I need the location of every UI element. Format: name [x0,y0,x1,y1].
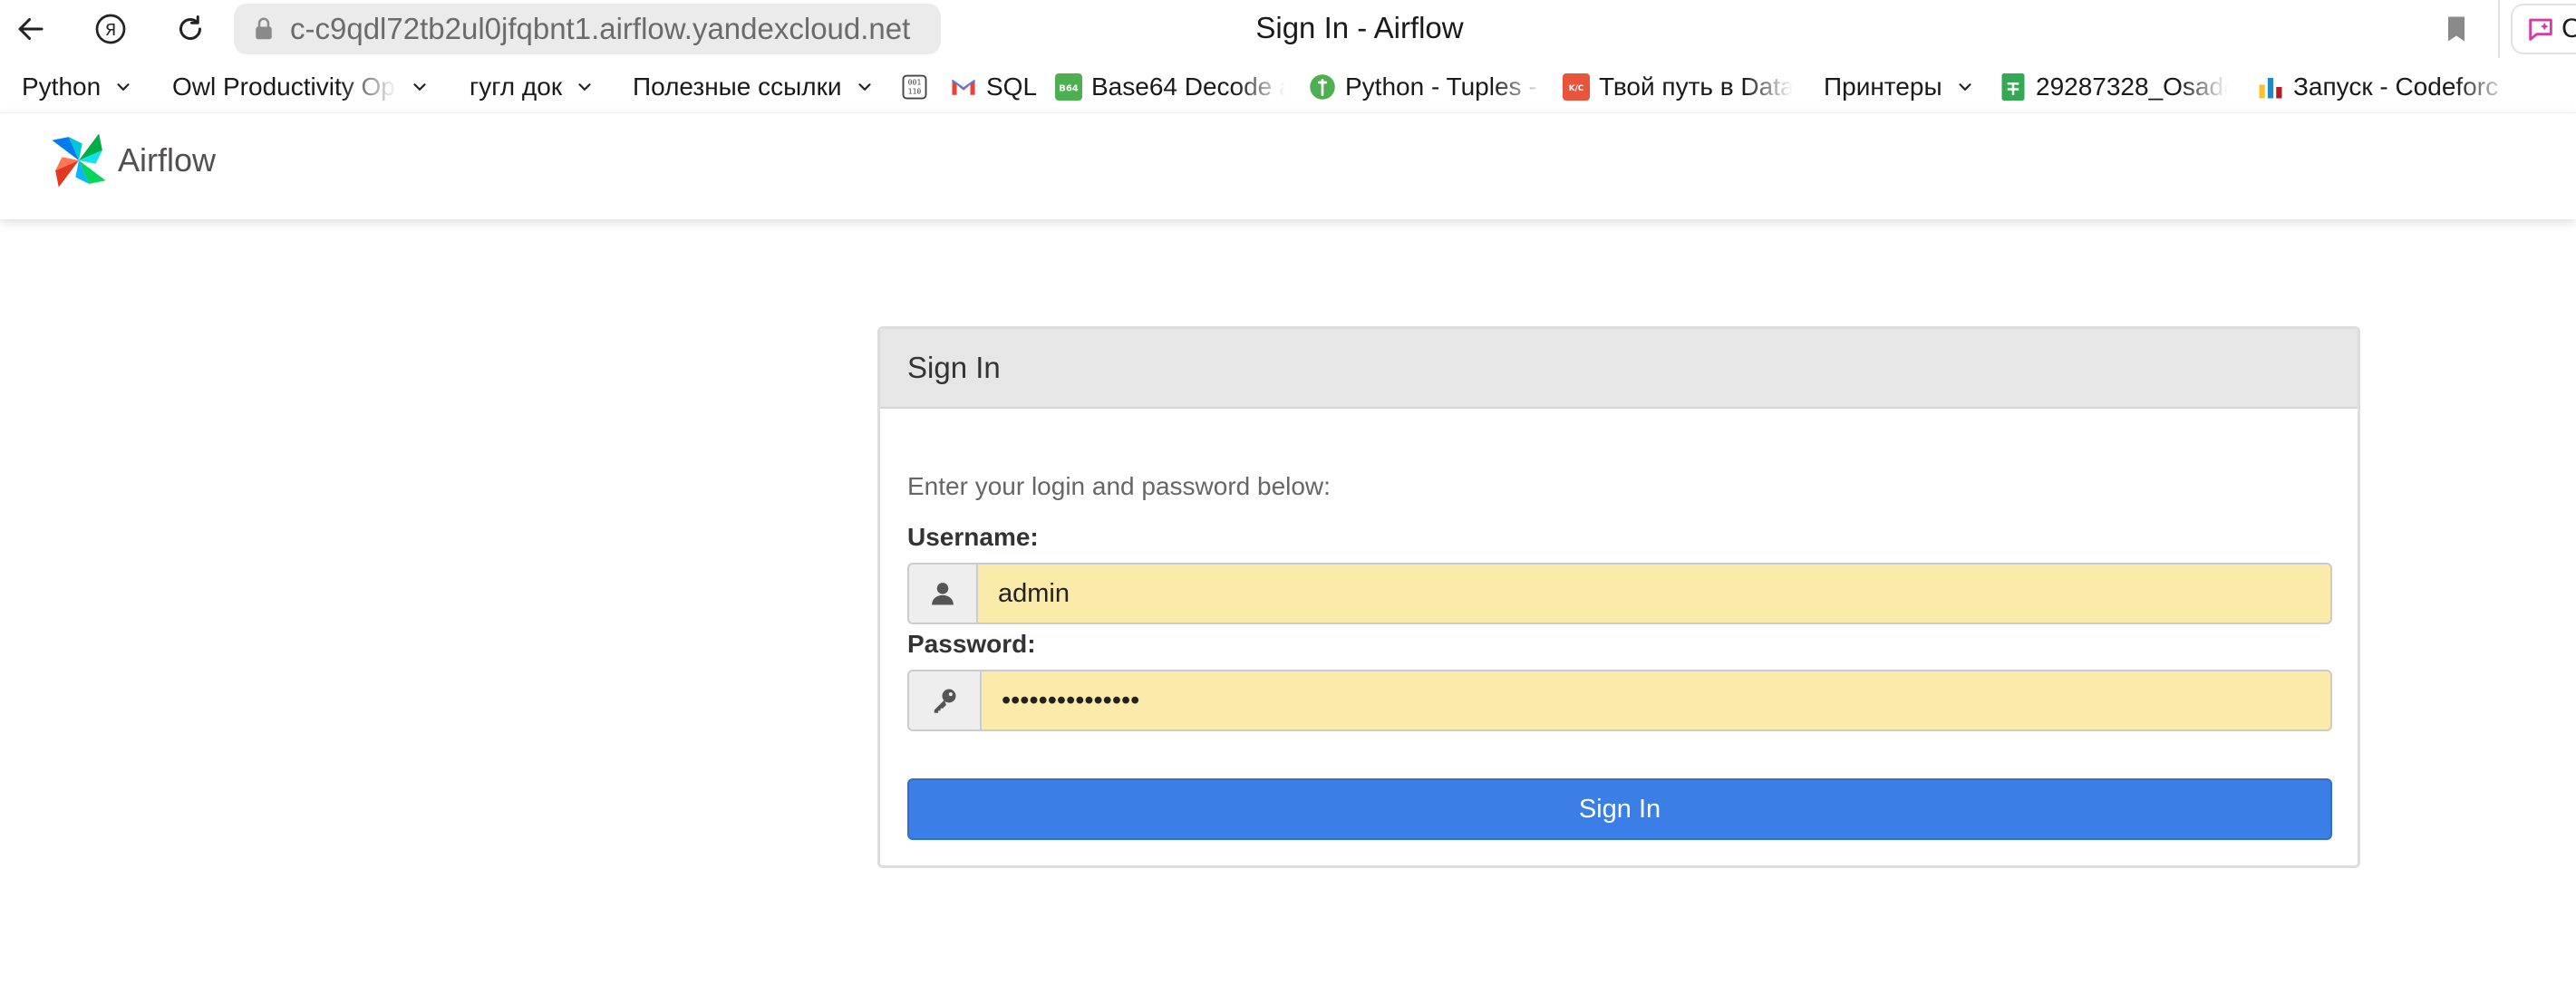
airflow-navbar: Airflow [0,112,2576,219]
signin-hint: Enter your login and password below: [907,472,1331,500]
chevron-down-icon [117,83,130,92]
chevron-down-icon [413,83,426,92]
address-bar[interactable]: c-c9qdl72tb2ul0jfqbnt1.airflow.yandexclo… [234,4,941,54]
back-arrow-icon [18,18,44,40]
username-addon [907,563,976,624]
bookmark-label: Принтеры [1824,72,1942,101]
binary-icon: 001110 [902,74,927,100]
back-button[interactable] [5,4,56,54]
bookmarks-bar: Python Owl Productivity Opt гугл док Пол… [0,63,2576,112]
toolbar-divider [2498,0,2500,58]
tuple-icon [1310,74,1335,100]
chevron-down-icon [1958,83,1971,92]
assistant-label: C [2561,14,2576,43]
lock-icon [256,17,272,40]
bookmark-folder-google-doc[interactable]: гугл док [470,67,595,107]
airflow-logo[interactable]: Airflow [45,126,216,195]
svg-text:001: 001 [908,78,922,87]
bookmark-codeforces[interactable]: Запуск - Codeforc [2257,67,2511,107]
bookmark-label: Запуск - Codeforc [2293,72,2499,101]
bookmark-folder-python[interactable]: Python [22,67,133,107]
kc-icon: K/C [1563,73,1590,101]
airflow-brand-text: Airflow [118,141,217,179]
bookmark-folder-useful-links[interactable]: Полезные ссылки [633,67,875,107]
yandex-icon: Я [95,14,126,44]
url-text: c-c9qdl72tb2ul0jfqbnt1.airflow.yandexclo… [290,12,911,45]
bookmark-binary[interactable]: 001 110 [901,67,937,107]
bookmark-base64[interactable]: B64 Base64 Decode an [1055,67,1285,107]
user-icon [932,583,954,605]
bookmark-icon[interactable] [2440,13,2473,45]
codeforces-icon [2259,78,2282,99]
signin-heading: Sign In [880,329,2358,409]
svg-text:K/C: K/C [1569,84,1583,93]
reload-button[interactable] [165,4,216,54]
bookmark-label: гугл док [470,72,563,101]
assistant-button[interactable]: C [2511,4,2576,54]
password-addon [907,670,980,731]
bookmark-folder-owl[interactable]: Owl Productivity Opt [172,67,430,107]
svg-text:B64: B64 [1059,83,1079,93]
password-label: Password: [907,630,1036,658]
svg-text:Я: Я [105,21,117,40]
bookmark-sheet[interactable]: 29287328_Osadch [2000,67,2228,107]
gmail-icon [951,79,976,95]
bookmark-python-tuples[interactable]: Python - Tuples - T [1309,67,1543,107]
signin-button[interactable]: Sign In [907,778,2332,840]
chat-sparkle-icon [2529,18,2552,41]
chevron-down-icon [578,83,591,92]
bookmark-folder-printers[interactable]: Принтеры [1824,67,1975,107]
password-group [907,670,2332,731]
bookmark-label: Твой путь в Data A [1599,72,1793,101]
browser-toolbar: Я c-c9qdl72tb2ul0jfqbnt1.airflow.yandexc… [0,0,2576,58]
bookmark-label: SQL [986,72,1038,101]
svg-text:110: 110 [908,87,922,96]
pinwheel-logo-icon [52,133,106,188]
username-input[interactable] [976,563,2332,624]
username-label: Username: [907,523,1039,551]
bookmark-label: Python - Tuples - T [1345,72,1543,101]
key-icon [934,689,956,713]
bookmark-label: 29287328_Osadch [2036,72,2228,101]
password-input[interactable] [980,670,2332,731]
bookmark-label: Base64 Decode an [1091,72,1285,101]
bookmark-sql[interactable]: SQL [950,67,1037,107]
signin-panel: Sign In Enter your login and password be… [877,326,2360,868]
page-title: Sign In - Airflow [1255,11,1464,44]
b64-icon: B64 [1055,73,1082,101]
bookmark-label: Полезные ссылки [633,72,842,101]
sheets-icon [2001,73,2025,101]
chevron-down-icon [857,83,871,92]
reload-icon [179,15,201,40]
bookmark-label: Python [22,72,102,101]
bookmark-label: Owl Productivity Opt [172,72,397,101]
username-group [907,563,2332,624]
yandex-button[interactable]: Я [85,4,136,54]
bookmark-data-path[interactable]: K/C Твой путь в Data A [1563,67,1793,107]
